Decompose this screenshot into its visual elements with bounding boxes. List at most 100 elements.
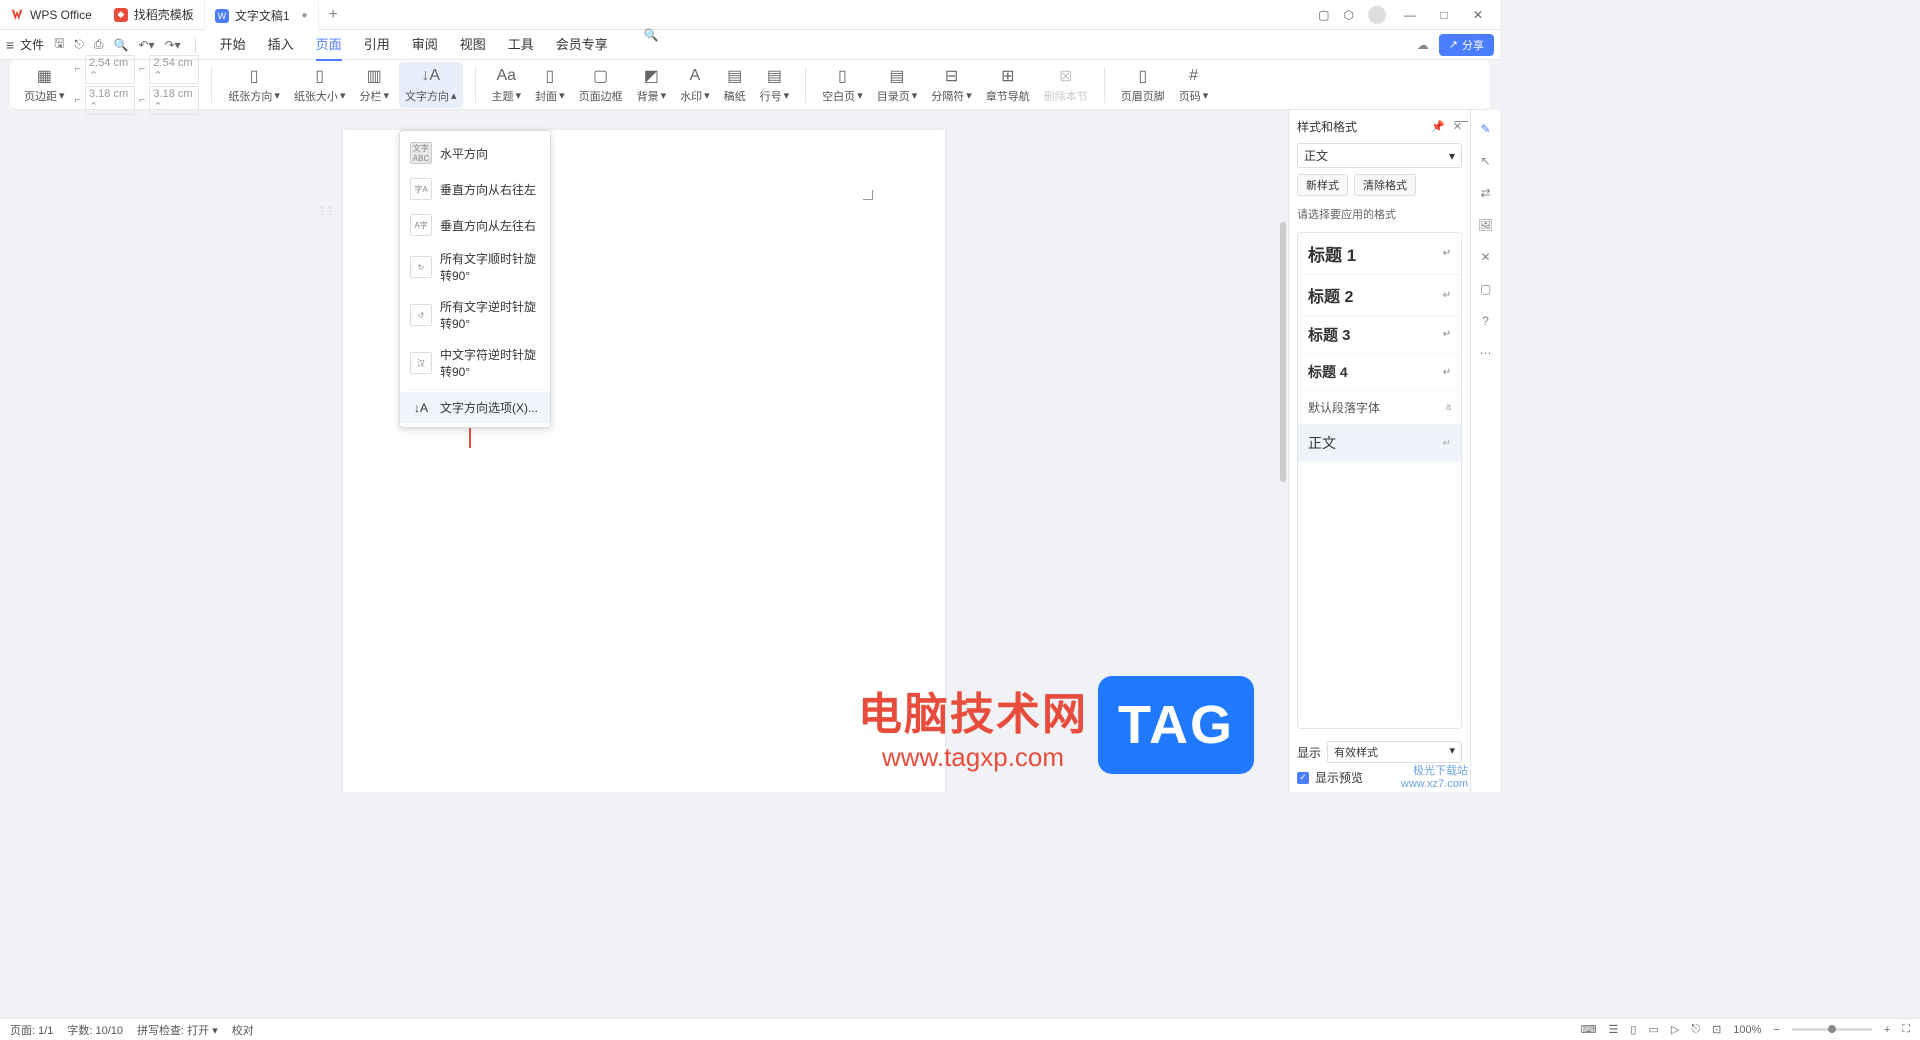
- view-web-icon[interactable]: ▭: [1648, 1023, 1658, 1036]
- undo-icon[interactable]: ↶▾: [138, 38, 154, 52]
- word-count[interactable]: 字数: 10/10: [67, 1022, 123, 1038]
- pin-icon[interactable]: 📌: [1431, 120, 1445, 133]
- tab-page[interactable]: 页面: [316, 28, 342, 61]
- scrollbar-thumb[interactable]: [1280, 222, 1286, 482]
- dd-chinese-ccw[interactable]: 汉中文字符逆时针旋转90°: [400, 339, 550, 387]
- view-page-icon[interactable]: ▯: [1630, 1023, 1636, 1036]
- dd-rotate-cw[interactable]: ↻所有文字顺时针旋转90°: [400, 243, 550, 291]
- separator-button[interactable]: ⊟分隔符 ▾: [927, 66, 976, 104]
- apps-icon[interactable]: ⬡: [1344, 8, 1354, 22]
- tab-review[interactable]: 审阅: [412, 28, 438, 61]
- tab-start[interactable]: 开始: [220, 28, 246, 61]
- cover-button[interactable]: ▯封面 ▾: [531, 66, 569, 104]
- more-icon[interactable]: ⋯: [1480, 346, 1492, 360]
- style-heading-3[interactable]: 标题 3↵: [1298, 316, 1461, 354]
- line-number-button[interactable]: ▤行号 ▾: [756, 66, 794, 104]
- preview-icon[interactable]: 🔍: [114, 38, 129, 52]
- style-label: 标题 2: [1308, 283, 1353, 307]
- swap-icon[interactable]: ⇄: [1480, 186, 1490, 200]
- hf-icon: ▯: [1133, 66, 1153, 86]
- edit-icon[interactable]: ✎: [1480, 122, 1490, 136]
- chapter-nav-button[interactable]: ⊞章节导航: [982, 66, 1034, 104]
- close-button[interactable]: ✕: [1468, 8, 1488, 22]
- writing-paper-button[interactable]: ▤稿纸: [720, 66, 750, 104]
- link-status-icon[interactable]: ⎋: [1691, 1023, 1700, 1036]
- theme-button[interactable]: Aa主题 ▾: [488, 66, 526, 104]
- tab-templates[interactable]: ◆ 找稻壳模板: [104, 0, 205, 30]
- tab-modified-icon[interactable]: ●: [302, 10, 308, 21]
- zoom-value[interactable]: 100%: [1733, 1024, 1761, 1036]
- save-icon[interactable]: 🖫: [54, 34, 64, 55]
- spell-check-status[interactable]: 拼写检查: 打开 ▾: [137, 1022, 218, 1038]
- collapse-panel-button[interactable]: —: [1454, 112, 1470, 128]
- tab-document[interactable]: W 文字文稿1 ●: [205, 0, 319, 30]
- proofread[interactable]: 校对: [232, 1022, 254, 1038]
- preview-checkbox[interactable]: ✓: [1297, 772, 1309, 784]
- dd-horizontal[interactable]: 文字ABC水平方向: [400, 135, 550, 171]
- style-default-font[interactable]: 默认段落字体a: [1298, 391, 1461, 425]
- columns-button[interactable]: ▥分栏 ▾: [355, 66, 393, 104]
- maximize-button[interactable]: □: [1434, 8, 1454, 22]
- link-icon[interactable]: ⎋: [74, 37, 84, 52]
- paper-direction-button[interactable]: ▯纸张方向 ▾: [224, 66, 284, 104]
- search-icon[interactable]: 🔍: [644, 28, 659, 61]
- header-footer-button[interactable]: ▯页眉页脚: [1117, 66, 1169, 104]
- redo-icon[interactable]: ↷▾: [165, 38, 181, 52]
- book-icon[interactable]: ▢: [1480, 282, 1491, 296]
- tab-reference[interactable]: 引用: [364, 28, 390, 61]
- blank-page-button[interactable]: ▯空白页 ▾: [818, 66, 867, 104]
- page-margin-button[interactable]: ▦ 页边距 ▾: [20, 66, 69, 104]
- page-border-button[interactable]: ▢页面边框: [575, 66, 627, 104]
- dd-vertical-rtl[interactable]: 字A垂直方向从右往左: [400, 171, 550, 207]
- cursor-icon[interactable]: ↖: [1480, 154, 1490, 168]
- focus-icon[interactable]: ⊡: [1712, 1023, 1721, 1036]
- tab-member[interactable]: 会员专享: [556, 28, 608, 61]
- cloud-icon[interactable]: ☁: [1417, 38, 1429, 52]
- margin-bottom-input[interactable]: 2.54 cm ⌃: [149, 55, 199, 84]
- image-icon[interactable]: 🖼: [1478, 218, 1493, 232]
- tab-view[interactable]: 视图: [460, 28, 486, 61]
- hamburger-icon[interactable]: ≡: [6, 37, 14, 53]
- dd-options[interactable]: ↓A文字方向选项(X)...: [400, 392, 550, 423]
- watermark-button[interactable]: A水印 ▾: [676, 66, 714, 104]
- style-heading-2[interactable]: 标题 2↵: [1298, 275, 1461, 316]
- current-style-select[interactable]: 正文▾: [1297, 143, 1462, 168]
- zoom-out-button[interactable]: −: [1773, 1024, 1779, 1036]
- paper-size-button[interactable]: ▯纸张大小 ▾: [290, 66, 350, 104]
- minimize-button[interactable]: —: [1400, 8, 1420, 22]
- dd-vertical-ltr[interactable]: A字垂直方向从左往右: [400, 207, 550, 243]
- avatar-icon[interactable]: [1368, 6, 1386, 24]
- fullscreen-icon[interactable]: ⛶: [1902, 1023, 1910, 1036]
- background-button[interactable]: ◩背景 ▾: [633, 66, 671, 104]
- zoom-slider[interactable]: [1792, 1028, 1872, 1031]
- text-direction-button[interactable]: ↓A文字方向 ▴: [399, 62, 463, 108]
- style-body[interactable]: 正文↵: [1298, 425, 1461, 462]
- drag-handle-icon[interactable]: ⋮⋮: [317, 206, 333, 217]
- style-heading-4[interactable]: 标题 4↵: [1298, 354, 1461, 391]
- vertical-scrollbar[interactable]: [1280, 222, 1288, 768]
- view-outline-icon[interactable]: ☰: [1609, 1023, 1619, 1036]
- zoom-in-button[interactable]: +: [1884, 1024, 1890, 1036]
- clear-format-button[interactable]: 清除格式: [1354, 174, 1416, 196]
- keyboard-icon[interactable]: ⌨: [1581, 1023, 1597, 1036]
- tab-insert[interactable]: 插入: [268, 28, 294, 61]
- new-style-button[interactable]: 新样式: [1297, 174, 1348, 196]
- page[interactable]: ⋮⋮ 文字ABC水平方向 字A垂直方向从右往左 A字垂直方向从左往右 ↻所有文字…: [343, 130, 945, 792]
- reader-mode-icon[interactable]: ▢: [1318, 8, 1329, 22]
- tab-tools[interactable]: 工具: [508, 28, 534, 61]
- page-indicator[interactable]: 页面: 1/1: [10, 1022, 53, 1038]
- file-menu[interactable]: 文件: [20, 36, 44, 53]
- toc-page-button[interactable]: ▤目录页 ▾: [873, 66, 922, 104]
- margin-top-input[interactable]: 2.54 cm ⌃: [85, 55, 135, 84]
- tools-icon[interactable]: ✕: [1480, 250, 1490, 264]
- display-select[interactable]: 有效样式▾: [1327, 741, 1462, 763]
- view-read-icon[interactable]: ▷: [1671, 1023, 1679, 1036]
- zoom-thumb[interactable]: [1828, 1025, 1836, 1033]
- style-heading-1[interactable]: 标题 1↵: [1298, 233, 1461, 275]
- help-icon[interactable]: ?: [1482, 314, 1489, 328]
- tab-add-button[interactable]: +: [319, 6, 348, 24]
- print-icon[interactable]: ⎙: [94, 37, 104, 52]
- share-button[interactable]: ↗ 分享: [1439, 34, 1494, 56]
- page-number-button[interactable]: #页码 ▾: [1175, 66, 1213, 104]
- dd-rotate-ccw[interactable]: ↺所有文字逆时针旋转90°: [400, 291, 550, 339]
